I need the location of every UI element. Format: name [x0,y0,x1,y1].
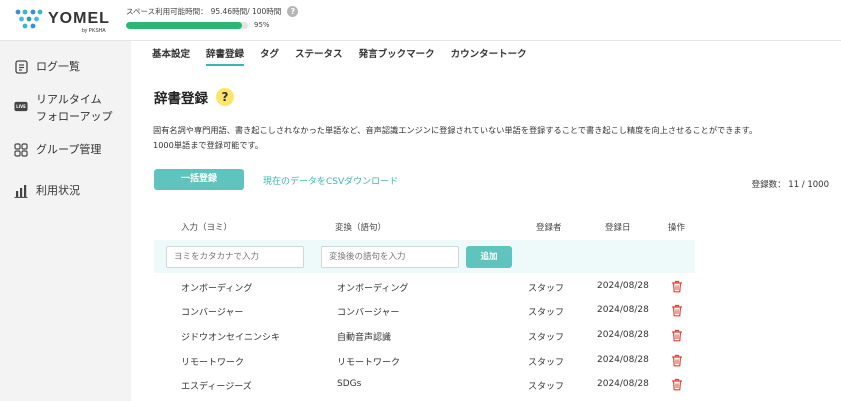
tab-tags[interactable]: タグ [260,46,279,66]
usage-bar-row: 95% [126,21,298,29]
sidebar-item-label-line1: リアルタイム [36,93,102,106]
sidebar-item-label: グループ管理 [36,143,102,156]
tab-speech-bookmark[interactable]: 発言ブックマーク [359,46,435,66]
usage-meter: スペース利用可能時間： 95.46時間/ 100時間 ? 95% [126,6,299,29]
cell-phrase: オンボーディング [337,284,409,294]
sidebar-item-realtime-followup[interactable]: LIVE リアルタイム フォローアップ [14,92,113,124]
add-button[interactable]: 追加 [466,246,512,268]
cell-yomi: ジドウオンセイニンシキ [181,333,281,343]
csv-download-link[interactable]: 現在のデータをCSVダウンロード [263,174,398,187]
table-row: コンバージャー コンバージャー スタッフ 2024/08/28 [154,304,695,319]
sidebar-item-log-list[interactable]: ログ一覧 [14,59,80,74]
top-header: YOMEL by PKSHA スペース利用可能時間： 95.46時間/ 100時… [0,0,841,41]
app-logo[interactable]: YOMEL by PKSHA [14,8,110,35]
page-description: 固有名詞や専門用語、書き起こしされなかった単語など、音声認識エンジンに登録されて… [153,123,833,153]
usage-percent: 95% [254,21,270,29]
cell-user: スタッフ [528,358,565,368]
brand-name: YOMEL [48,10,110,27]
delete-trash-icon[interactable] [671,280,683,293]
delete-trash-icon[interactable] [671,304,683,317]
usage-help-icon[interactable]: ? [287,6,299,17]
tab-dictionary[interactable]: 辞書登録 [206,46,245,66]
page-title-row: 辞書登録 ? [154,87,234,107]
cell-user: スタッフ [528,333,565,343]
yomel-logo-icon [15,9,43,29]
delete-trash-icon[interactable] [671,378,683,391]
cell-yomi: オンボーディング [181,284,253,294]
column-header-phrase: 変換（語句） [335,223,387,233]
usage-progress-bar [126,21,248,29]
live-icon: LIVE [14,99,28,113]
cell-yomi: リモートワーク [181,358,245,368]
cell-user: スタッフ [528,308,565,318]
sidebar-item-label: ログ一覧 [36,60,80,73]
cell-date: 2024/08/28 [597,281,649,291]
tab-counter-talk[interactable]: カウンタートーク [451,46,527,66]
table-row: エスディージーズ SDGs スタッフ 2024/08/28 [154,378,695,393]
usage-label-row: スペース利用可能時間： 95.46時間/ 100時間 ? [126,6,299,17]
column-header-user: 登録者 [536,223,562,233]
table-row: リモートワーク リモートワーク スタッフ 2024/08/28 [154,354,695,369]
cell-phrase: コンバージャー [337,308,400,318]
usage-progress-fill [126,21,242,29]
page-title: 辞書登録 [154,91,208,107]
description-line-1: 固有名詞や専門用語、書き起こしされなかった単語など、音声認識エンジンに登録されて… [153,125,758,135]
delete-trash-icon[interactable] [671,329,683,342]
logo-text: YOMEL by PKSHA [48,10,110,35]
sidebar-item-label: 利用状況 [36,184,80,197]
cell-yomi: コンバージャー [181,308,244,318]
column-header-date: 登録日 [605,223,631,233]
sidebar-item-usage-status[interactable]: 利用状況 [14,183,80,198]
tab-basic-settings[interactable]: 基本設定 [152,46,190,66]
brand-byline: by PKSHA [82,28,106,34]
sidebar-item-label-line2: フォローアップ [36,110,113,123]
bar-chart-icon [14,184,28,198]
sidebar: ログ一覧 LIVE リアルタイム フォローアップ グループ管理 利用状況 [0,41,131,401]
column-header-actions: 操作 [668,223,686,233]
cell-date: 2024/08/28 [597,330,649,340]
description-line-2: 1000単語まで登録可能です。 [153,140,264,150]
bulk-register-button[interactable]: 一括登録 [154,169,244,190]
delete-trash-icon[interactable] [671,354,683,367]
settings-tabs: 基本設定 辞書登録 タグ ステータス 発言ブックマーク カウンタートーク [152,46,543,66]
cell-phrase: SDGs [337,379,362,389]
table-header: 入力（ヨミ） 変換（語句） 登録者 登録日 操作 [154,221,695,235]
help-question-icon[interactable]: ? [216,88,234,106]
phrase-input[interactable] [321,246,459,268]
cell-phrase: 自動音声認識 [337,333,392,343]
tab-status[interactable]: ステータス [295,46,343,66]
svg-text:LIVE: LIVE [16,104,26,109]
sidebar-item-group-management[interactable]: グループ管理 [14,142,101,157]
cell-user: スタッフ [528,382,565,392]
column-header-yomi: 入力（ヨミ） [181,223,233,233]
registration-count: 登録数： 11 / 1000 [751,180,829,190]
yomi-input[interactable] [166,246,304,268]
cell-yomi: エスディージーズ [181,382,252,392]
new-entry-row: 追加 [154,240,695,273]
sidebar-item-label: リアルタイム フォローアップ [36,92,113,124]
usage-value: 95.46時間/ 100時間 [210,7,282,16]
cell-date: 2024/08/28 [597,379,649,389]
table-row: オンボーディング オンボーディング スタッフ 2024/08/28 [154,280,695,295]
cell-date: 2024/08/28 [597,305,649,315]
cell-date: 2024/08/28 [597,355,649,365]
table-row: ジドウオンセイニンシキ 自動音声認識 スタッフ 2024/08/28 [154,329,695,344]
usage-label: スペース利用可能時間： [126,7,208,16]
group-grid-icon [14,143,28,157]
cell-phrase: リモートワーク [337,358,401,368]
document-list-icon [14,60,28,74]
cell-user: スタッフ [528,284,565,294]
